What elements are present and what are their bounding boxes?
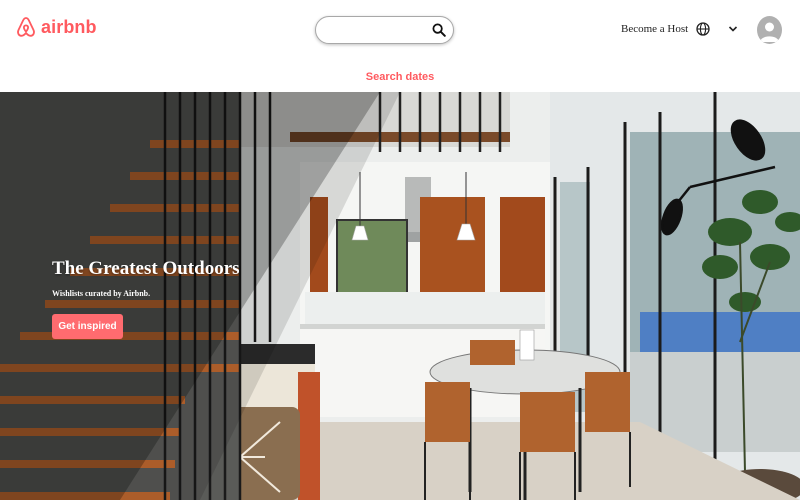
top-nav-bar: airbnb Become a Host Search dates xyxy=(0,0,800,92)
airbnb-logo[interactable]: airbnb xyxy=(16,16,97,38)
become-host-link[interactable]: Become a Host xyxy=(621,23,688,35)
search-bar[interactable] xyxy=(315,16,454,44)
logo-text: airbnb xyxy=(41,16,97,37)
get-inspired-button[interactable]: Get inspired xyxy=(52,314,123,339)
search-input[interactable] xyxy=(326,21,426,39)
airbnb-belo-icon xyxy=(17,17,35,37)
search-dates-link[interactable]: Search dates xyxy=(0,71,800,83)
globe-icon[interactable] xyxy=(696,22,710,36)
search-icon[interactable] xyxy=(432,23,446,37)
chevron-down-icon[interactable] xyxy=(728,24,738,34)
hero-banner: The Greatest Outdoors Wishlists curated … xyxy=(0,92,800,500)
hero-subtitle: Wishlists curated by Airbnb. xyxy=(52,289,151,298)
hero-title: The Greatest Outdoors xyxy=(52,258,240,279)
user-avatar-icon[interactable] xyxy=(757,16,782,44)
